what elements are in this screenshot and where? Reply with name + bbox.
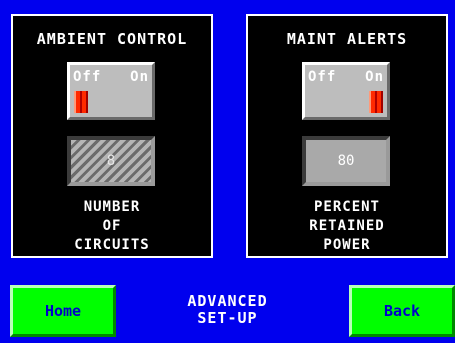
number-of-circuits-value: 8: [106, 153, 116, 169]
caption-line: OF: [102, 218, 122, 234]
caption-line: NUMBER: [83, 199, 141, 215]
number-of-circuits-field[interactable]: 8: [67, 136, 155, 186]
toggle-on-label: On: [130, 69, 149, 85]
toggle-off-label: Off: [73, 69, 102, 85]
caption-line: PERCENT: [313, 199, 380, 215]
page-title: ADVANCED SET-UP: [150, 293, 305, 327]
back-button[interactable]: Back: [349, 285, 455, 337]
ambient-control-panel: AMBIENT CONTROL Off On 8 NUMBER OF CIRCU…: [11, 14, 213, 258]
home-button[interactable]: Home: [10, 285, 116, 337]
caption-line: POWER: [323, 237, 371, 253]
page-title-line: SET-UP: [197, 309, 258, 327]
percent-retained-power-field[interactable]: 80: [302, 136, 390, 186]
toggle-indicator: [74, 91, 88, 113]
percent-retained-power-value: 80: [337, 153, 355, 169]
percent-retained-power-caption: PERCENT RETAINED POWER: [248, 198, 446, 255]
ambient-control-title: AMBIENT CONTROL: [36, 30, 188, 48]
caption-line: CIRCUITS: [74, 237, 150, 253]
toggle-indicator: [369, 91, 383, 113]
toggle-on-label: On: [365, 69, 384, 85]
number-of-circuits-caption: NUMBER OF CIRCUITS: [13, 198, 211, 255]
caption-line: RETAINED: [309, 218, 385, 234]
maint-alerts-toggle[interactable]: Off On: [302, 62, 390, 120]
maint-alerts-panel: MAINT ALERTS Off On 80 PERCENT RETAINED …: [246, 14, 448, 258]
toggle-off-label: Off: [308, 69, 337, 85]
ambient-control-toggle[interactable]: Off On: [67, 62, 155, 120]
page-title-line: ADVANCED: [187, 292, 268, 310]
maint-alerts-title: MAINT ALERTS: [286, 30, 408, 48]
